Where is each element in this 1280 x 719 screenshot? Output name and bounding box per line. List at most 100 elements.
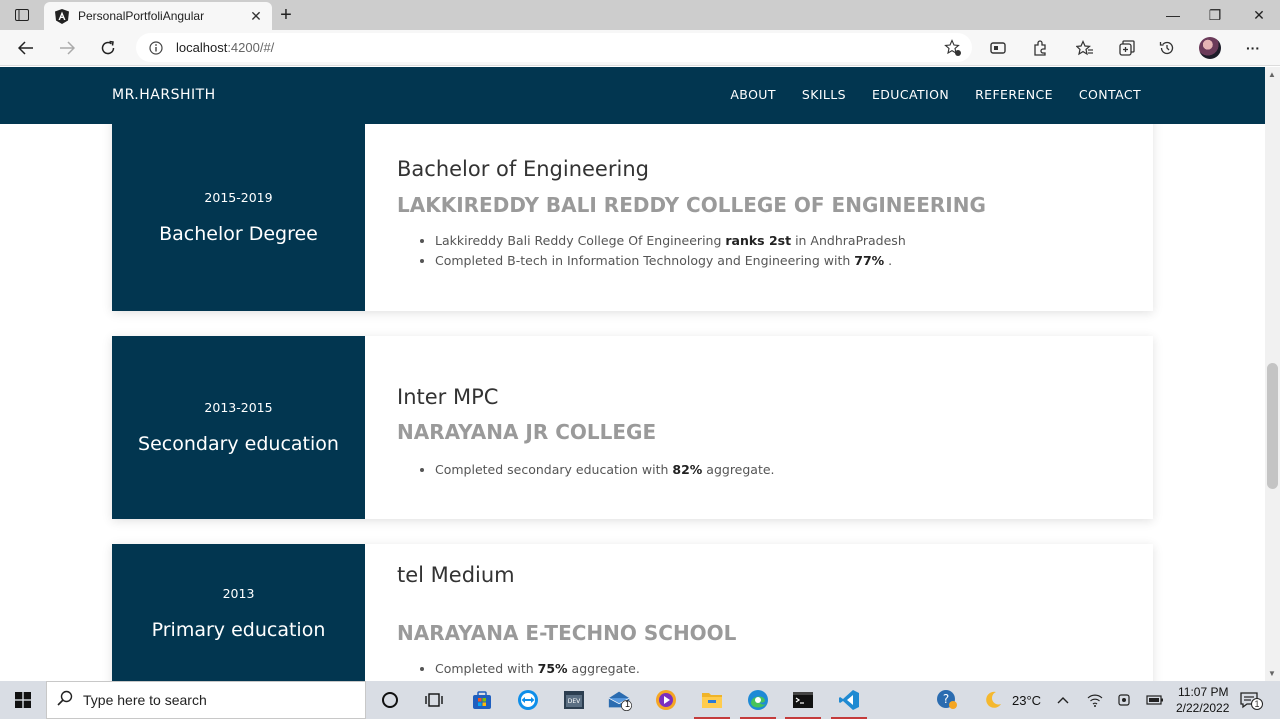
site-brand[interactable]: MR.HARSHITH xyxy=(112,87,216,103)
forward-icon[interactable] xyxy=(56,37,78,59)
education-side: 2013 Primary education xyxy=(112,544,365,681)
list-item: Completed with 75% aggregate. xyxy=(435,659,1153,679)
history-icon[interactable] xyxy=(1157,38,1177,58)
point-text: aggregate. xyxy=(702,462,775,477)
battery-icon[interactable] xyxy=(1144,688,1166,712)
mail-badge: 1 xyxy=(625,699,631,709)
window-close-button[interactable]: ✕ xyxy=(1248,5,1270,25)
education-body: Bachelor of Engineering LAKKIREDDY BALI … xyxy=(365,107,1153,311)
store-icon[interactable] xyxy=(469,688,495,712)
nav-about[interactable]: ABOUT xyxy=(730,87,776,102)
education-degree: Bachelor of Engineering xyxy=(397,157,649,181)
media-player-icon[interactable] xyxy=(653,688,679,712)
favorites-icon[interactable] xyxy=(1075,38,1095,58)
minimize-button[interactable]: — xyxy=(1162,5,1184,25)
scroll-thumb[interactable] xyxy=(1267,363,1278,489)
tab-actions-icon[interactable] xyxy=(8,5,36,25)
browser-tab[interactable]: PersonalPortfoliAngular ✕ xyxy=(44,2,272,30)
point-text: Lakkireddy Bali Reddy College Of Enginee… xyxy=(435,233,726,248)
education-school: NARAYANA JR COLLEGE xyxy=(397,420,657,444)
point-text: Completed B-tech in Information Technolo… xyxy=(435,253,855,268)
collections-app-icon[interactable] xyxy=(988,38,1008,58)
point-highlight: 82% xyxy=(672,462,703,477)
meet-now-icon[interactable] xyxy=(1114,688,1136,712)
browser-tab-bar: PersonalPortfoliAngular ✕ + — ❐ ✕ xyxy=(0,0,1280,30)
taskbar-search[interactable]: Type here to search xyxy=(46,681,366,719)
collections-icon[interactable] xyxy=(1117,38,1137,58)
extensions-icon[interactable] xyxy=(1030,38,1050,58)
dev-app-icon[interactable]: DEV xyxy=(561,688,587,712)
search-placeholder: Type here to search xyxy=(83,692,207,708)
point-text: Completed secondary education with xyxy=(435,462,673,477)
help-icon[interactable]: ? xyxy=(934,688,960,712)
nav-links: ABOUT SKILLS EDUCATION REFERENCE CONTACT xyxy=(730,87,1141,102)
vscode-icon[interactable] xyxy=(831,688,867,719)
point-text: aggregate. xyxy=(567,661,640,676)
teamviewer-icon[interactable] xyxy=(515,688,541,712)
url-path: :4200/#/ xyxy=(227,40,275,55)
education-points: Completed with 75% aggregate. xyxy=(435,659,1153,679)
cortana-icon[interactable] xyxy=(377,688,403,712)
point-highlight: 75% xyxy=(537,661,568,676)
restore-button[interactable]: ❐ xyxy=(1204,5,1226,25)
tab-close-icon[interactable]: ✕ xyxy=(246,6,266,26)
education-card: 2013-2015 Secondary education Inter MPC … xyxy=(112,336,1153,519)
edge-browser-icon[interactable] xyxy=(740,688,776,719)
browser-toolbar: localhost:4200/#/ ··· xyxy=(0,30,1280,66)
point-text: . xyxy=(884,253,893,268)
education-points: Completed secondary education with 82% a… xyxy=(435,460,1153,480)
svg-text:?: ? xyxy=(943,692,949,706)
clock-date[interactable]: 2/22/2022 xyxy=(1176,701,1229,715)
education-school: NARAYANA E-TECHNO SCHOOL xyxy=(397,621,737,645)
profile-avatar[interactable] xyxy=(1199,37,1221,59)
terminal-icon[interactable] xyxy=(785,688,821,719)
add-favorite-icon[interactable] xyxy=(944,39,962,57)
education-card: 2013 Primary education tel Medium NARAYA… xyxy=(112,544,1153,681)
education-side: 2015-2019 Bachelor Degree xyxy=(112,107,365,311)
chevron-up-icon[interactable] xyxy=(1052,688,1074,712)
site-navbar: MR.HARSHITH ABOUT SKILLS EDUCATION REFER… xyxy=(0,67,1265,124)
point-text: in AndhraPradesh xyxy=(791,233,906,248)
education-level: Bachelor Degree xyxy=(159,222,318,245)
weather-temperature[interactable]: 23°C xyxy=(1012,693,1041,708)
refresh-icon[interactable] xyxy=(97,37,119,59)
file-explorer-icon[interactable] xyxy=(694,688,730,719)
windows-start-icon[interactable] xyxy=(0,681,46,719)
education-school: LAKKIREDDY BALI REDDY COLLEGE OF ENGINEE… xyxy=(397,193,986,217)
search-icon xyxy=(57,690,73,711)
nav-education[interactable]: EDUCATION xyxy=(872,87,949,102)
address-bar[interactable]: localhost:4200/#/ xyxy=(136,33,972,62)
scroll-up-arrow-icon[interactable]: ▲ xyxy=(1268,70,1276,79)
education-level: Secondary education xyxy=(138,433,339,455)
url-text[interactable]: localhost:4200/#/ xyxy=(176,40,274,55)
list-item: Completed B-tech in Information Technolo… xyxy=(435,251,1153,271)
nav-reference[interactable]: REFERENCE xyxy=(975,87,1053,102)
weather-moon-icon[interactable] xyxy=(980,688,1006,712)
nav-contact[interactable]: CONTACT xyxy=(1079,87,1141,102)
clock-time[interactable]: 11:07 PM xyxy=(1178,685,1228,699)
point-highlight: ranks 2st xyxy=(725,233,792,248)
notification-icon[interactable]: 1 xyxy=(1238,688,1263,712)
point-text: Completed with xyxy=(435,661,538,676)
education-degree: tel Medium xyxy=(397,563,515,587)
notification-badge: 1 xyxy=(1251,698,1263,710)
new-tab-button[interactable]: + xyxy=(276,5,296,25)
back-icon[interactable] xyxy=(15,37,37,59)
page-scrollbar[interactable]: ▲ ▼ xyxy=(1265,67,1280,681)
education-years: 2013 xyxy=(222,585,255,601)
education-degree: Inter MPC xyxy=(397,385,499,409)
education-body: tel Medium NARAYANA E-TECHNO SCHOOL Comp… xyxy=(365,544,1153,681)
task-view-icon[interactable] xyxy=(421,688,447,712)
scroll-down-arrow-icon[interactable]: ▼ xyxy=(1268,669,1276,678)
more-options-icon[interactable]: ··· xyxy=(1243,38,1263,58)
nav-skills[interactable]: SKILLS xyxy=(802,87,846,102)
list-item: Lakkireddy Bali Reddy College Of Enginee… xyxy=(435,231,1153,251)
education-side: 2013-2015 Secondary education xyxy=(112,336,365,519)
windows-taskbar: Type here to search DEV 1 ? 23°C 11:07 P… xyxy=(0,681,1280,719)
mail-icon[interactable]: 1 xyxy=(607,688,633,712)
list-item: Completed secondary education with 82% a… xyxy=(435,460,1153,480)
info-icon[interactable] xyxy=(148,40,164,56)
angular-icon xyxy=(54,8,70,24)
education-years: 2013-2015 xyxy=(204,400,273,415)
wifi-icon[interactable] xyxy=(1084,688,1106,712)
